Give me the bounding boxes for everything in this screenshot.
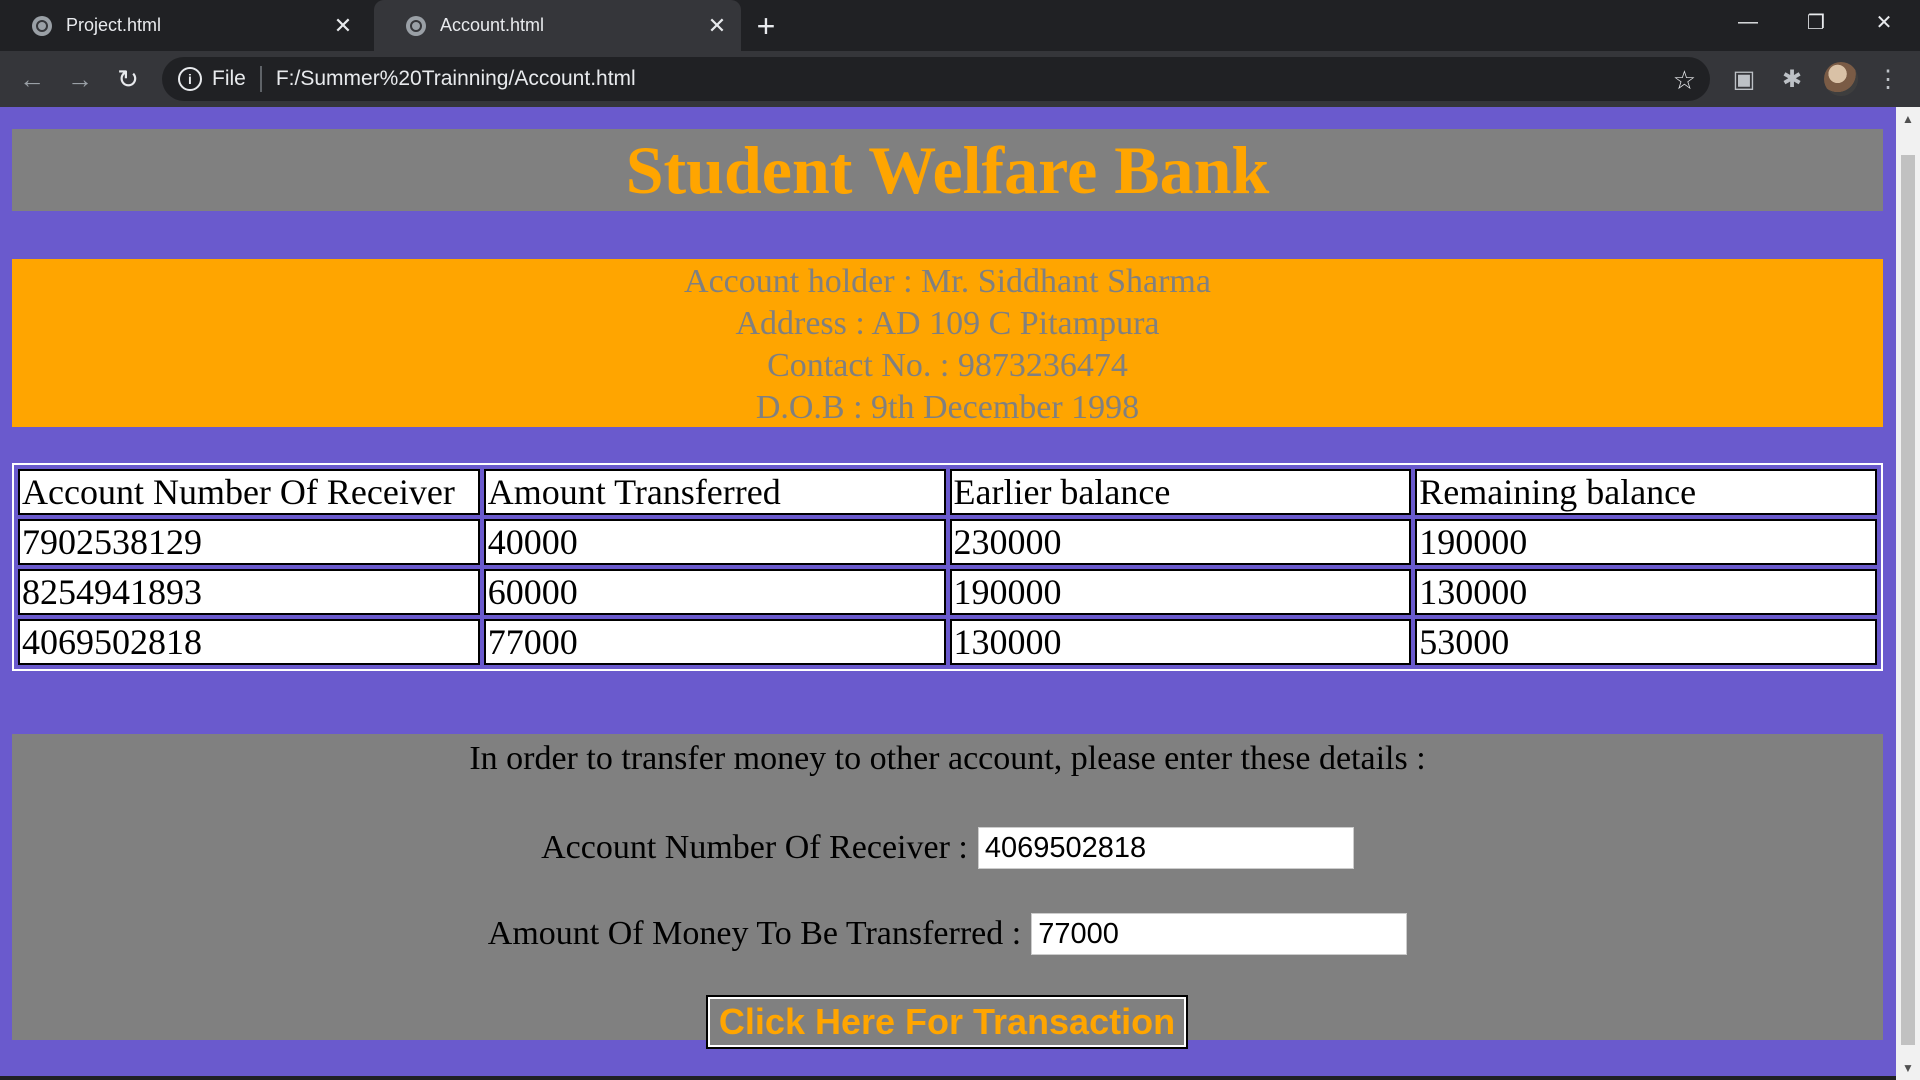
table-cell: 190000	[949, 569, 1412, 615]
table-cell: 7902538129	[18, 519, 480, 565]
table-cell: 130000	[1415, 569, 1877, 615]
amount-label: Amount Of Money To Be Transferred :	[487, 915, 1022, 952]
table-cell: 8254941893	[18, 569, 480, 615]
amount-input[interactable]	[1031, 913, 1408, 955]
transactions-table: Account Number Of Receiver Amount Transf…	[12, 463, 1883, 671]
table-cell: 4069502818	[18, 619, 480, 665]
account-holder-details: Account holder : Mr. Siddhant Sharma Add…	[12, 259, 1883, 427]
holder-name: Account holder : Mr. Siddhant Sharma	[684, 263, 1211, 300]
column-header: Earlier balance	[949, 469, 1412, 515]
form-intro-text: In order to transfer money to other acco…	[469, 740, 1426, 777]
table-cell: 60000	[483, 569, 946, 615]
close-window-icon[interactable]: ✕	[1850, 0, 1918, 44]
close-tab-icon[interactable]: ✕	[329, 12, 357, 40]
browser-tab-strip: Project.html ✕ Account.html ✕ + — ❐ ✕	[0, 0, 1920, 51]
address-separator	[259, 66, 262, 92]
tab-account[interactable]: Account.html ✕	[374, 0, 741, 51]
menu-kebab-icon[interactable]: ⋮	[1872, 63, 1904, 95]
puzzle-extensions-icon[interactable]: ✱	[1776, 63, 1808, 95]
globe-icon	[406, 15, 426, 36]
close-tab-icon[interactable]: ✕	[703, 12, 731, 40]
table-cell: 230000	[949, 519, 1412, 565]
tab-title: Project.html	[66, 15, 162, 35]
table-cell: 77000	[483, 619, 946, 665]
page-title: Student Welfare Bank	[12, 129, 1883, 211]
info-icon[interactable]: i	[178, 67, 202, 91]
vertical-scrollbar[interactable]: ▲ ▼	[1896, 107, 1920, 1080]
receiver-account-input[interactable]	[977, 827, 1354, 869]
table-cell: 53000	[1415, 619, 1877, 665]
holder-dob: D.O.B : 9th December 1998	[755, 389, 1140, 426]
table-cell: 130000	[949, 619, 1412, 665]
address-bar[interactable]: i File F:/Summer%20Trainning/Account.htm…	[162, 57, 1710, 101]
bottom-edge	[0, 1076, 1896, 1080]
minimize-icon[interactable]: —	[1714, 0, 1782, 44]
table-row: 7902538129 40000 230000 190000	[18, 519, 1877, 565]
browser-toolbar: ← → ↻ i File F:/Summer%20Trainning/Accou…	[0, 51, 1920, 107]
amount-row: Amount Of Money To Be Transferred :	[12, 913, 1883, 955]
bookmark-star-icon[interactable]: ☆	[1673, 65, 1696, 96]
receiver-row: Account Number Of Receiver :	[12, 827, 1883, 869]
reload-icon[interactable]: ↻	[108, 59, 148, 99]
tab-project[interactable]: Project.html ✕	[0, 0, 367, 51]
profile-avatar[interactable]	[1824, 62, 1858, 96]
tab-title: Account.html	[440, 15, 545, 35]
table-row: 4069502818 77000 130000 53000	[18, 619, 1877, 665]
scroll-up-icon[interactable]: ▲	[1896, 107, 1920, 131]
holder-contact: Contact No. : 9873236474	[767, 347, 1128, 384]
transaction-button[interactable]: Click Here For Transaction	[706, 995, 1188, 1049]
table-cell: 40000	[483, 519, 946, 565]
transfer-form: In order to transfer money to other acco…	[12, 734, 1883, 1049]
page-content: Student Welfare Bank Account holder : Mr…	[0, 107, 1896, 1080]
scroll-down-icon[interactable]: ▼	[1896, 1056, 1920, 1080]
table-header-row: Account Number Of Receiver Amount Transf…	[18, 469, 1877, 515]
plus-icon[interactable]: +	[748, 8, 784, 44]
scheme-label: File	[212, 67, 246, 90]
url-text[interactable]: F:/Summer%20Trainning/Account.html	[276, 67, 636, 91]
back-icon[interactable]: ←	[12, 59, 52, 99]
pdf-extension-icon[interactable]: ▣	[1728, 63, 1760, 95]
column-header: Remaining balance	[1415, 469, 1877, 515]
restore-icon[interactable]: ❐	[1782, 0, 1850, 44]
forward-icon[interactable]: →	[60, 59, 100, 99]
table-row: 8254941893 60000 190000 130000	[18, 569, 1877, 615]
scroll-thumb[interactable]	[1901, 155, 1915, 1045]
table-cell: 190000	[1415, 519, 1877, 565]
globe-icon	[32, 15, 52, 36]
holder-address: Address : AD 109 C Pitampura	[735, 305, 1160, 342]
column-header: Amount Transferred	[483, 469, 946, 515]
receiver-label: Account Number Of Receiver :	[541, 829, 968, 866]
column-header: Account Number Of Receiver	[18, 469, 480, 515]
